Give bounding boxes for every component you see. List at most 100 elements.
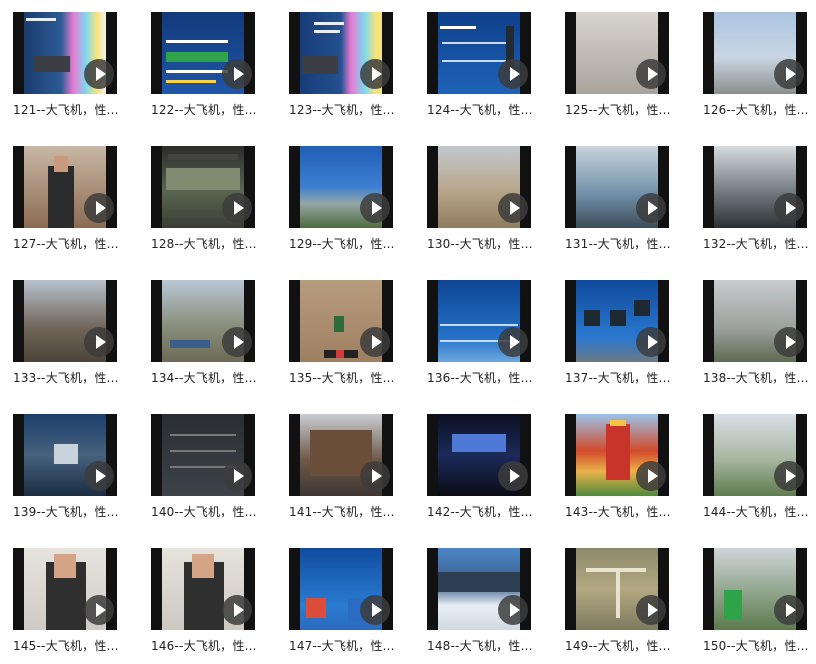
- video-item[interactable]: 136--大飞机，性...: [427, 280, 532, 396]
- video-item[interactable]: 135--大飞机，性...: [289, 280, 394, 396]
- video-caption[interactable]: 145--大飞机，性...: [13, 637, 131, 654]
- play-icon[interactable]: [222, 461, 252, 491]
- video-item[interactable]: 128--大飞机，性...: [151, 146, 256, 262]
- video-item[interactable]: 149--大飞机，性...: [565, 548, 670, 664]
- video-caption[interactable]: 131--大飞机，性...: [565, 235, 683, 252]
- video-caption[interactable]: 130--大飞机，性...: [427, 235, 545, 252]
- video-caption[interactable]: 136--大飞机，性...: [427, 369, 545, 386]
- video-item[interactable]: 127--大飞机，性...: [13, 146, 118, 262]
- play-icon[interactable]: [498, 193, 528, 223]
- video-caption[interactable]: 122--大飞机，性...: [151, 101, 269, 118]
- play-icon[interactable]: [222, 595, 252, 625]
- video-item[interactable]: 139--大飞机，性...: [13, 414, 118, 530]
- play-icon[interactable]: [774, 327, 804, 357]
- video-caption[interactable]: 126--大飞机，性...: [703, 101, 816, 118]
- video-thumbnail[interactable]: [427, 280, 531, 362]
- video-thumbnail[interactable]: [427, 146, 531, 228]
- play-icon[interactable]: [84, 461, 114, 491]
- video-caption[interactable]: 146--大飞机，性...: [151, 637, 269, 654]
- video-item[interactable]: 131--大飞机，性...: [565, 146, 670, 262]
- video-caption[interactable]: 135--大飞机，性...: [289, 369, 407, 386]
- video-caption[interactable]: 129--大飞机，性...: [289, 235, 407, 252]
- video-thumbnail[interactable]: [703, 548, 807, 630]
- video-caption[interactable]: 125--大飞机，性...: [565, 101, 683, 118]
- play-icon[interactable]: [360, 595, 390, 625]
- video-caption[interactable]: 121--大飞机，性...: [13, 101, 131, 118]
- video-caption[interactable]: 132--大飞机，性...: [703, 235, 816, 252]
- video-caption[interactable]: 147--大飞机，性...: [289, 637, 407, 654]
- video-item[interactable]: 129--大飞机，性...: [289, 146, 394, 262]
- video-thumbnail[interactable]: [151, 146, 255, 228]
- video-thumbnail[interactable]: [565, 548, 669, 630]
- video-thumbnail[interactable]: [427, 414, 531, 496]
- video-item[interactable]: 138--大飞机，性...: [703, 280, 808, 396]
- video-caption[interactable]: 142--大飞机，性...: [427, 503, 545, 520]
- video-thumbnail[interactable]: [565, 146, 669, 228]
- play-icon[interactable]: [222, 193, 252, 223]
- video-caption[interactable]: 123--大飞机，性...: [289, 101, 407, 118]
- play-icon[interactable]: [636, 595, 666, 625]
- video-item[interactable]: 146--大飞机，性...: [151, 548, 256, 664]
- play-icon[interactable]: [360, 327, 390, 357]
- play-icon[interactable]: [774, 461, 804, 491]
- video-item[interactable]: 132--大飞机，性...: [703, 146, 808, 262]
- play-icon[interactable]: [498, 595, 528, 625]
- video-item[interactable]: 148--大飞机，性...: [427, 548, 532, 664]
- video-thumbnail[interactable]: [565, 280, 669, 362]
- play-icon[interactable]: [498, 461, 528, 491]
- play-icon[interactable]: [636, 327, 666, 357]
- video-caption[interactable]: 140--大飞机，性...: [151, 503, 269, 520]
- video-thumbnail[interactable]: [289, 280, 393, 362]
- video-caption[interactable]: 124--大飞机，性...: [427, 101, 545, 118]
- video-thumbnail[interactable]: [289, 146, 393, 228]
- video-caption[interactable]: 127--大飞机，性...: [13, 235, 131, 252]
- video-caption[interactable]: 128--大飞机，性...: [151, 235, 269, 252]
- video-thumbnail[interactable]: [565, 414, 669, 496]
- video-thumbnail[interactable]: [565, 12, 669, 94]
- video-item[interactable]: 137--大飞机，性...: [565, 280, 670, 396]
- video-item[interactable]: 147--大飞机，性...: [289, 548, 394, 664]
- video-thumbnail[interactable]: [703, 280, 807, 362]
- play-icon[interactable]: [360, 59, 390, 89]
- video-thumbnail[interactable]: [151, 548, 255, 630]
- play-icon[interactable]: [636, 193, 666, 223]
- video-item[interactable]: 123--大飞机，性...: [289, 12, 394, 128]
- play-icon[interactable]: [636, 461, 666, 491]
- video-caption[interactable]: 139--大飞机，性...: [13, 503, 131, 520]
- video-caption[interactable]: 150--大飞机，性...: [703, 637, 816, 654]
- video-thumbnail[interactable]: [13, 548, 117, 630]
- video-item[interactable]: 130--大飞机，性...: [427, 146, 532, 262]
- video-caption[interactable]: 134--大飞机，性...: [151, 369, 269, 386]
- video-thumbnail[interactable]: [13, 280, 117, 362]
- play-icon[interactable]: [360, 193, 390, 223]
- video-thumbnail[interactable]: [13, 12, 117, 94]
- play-icon[interactable]: [84, 59, 114, 89]
- play-icon[interactable]: [498, 59, 528, 89]
- video-thumbnail[interactable]: [703, 12, 807, 94]
- video-thumbnail[interactable]: [289, 12, 393, 94]
- play-icon[interactable]: [84, 193, 114, 223]
- play-icon[interactable]: [774, 595, 804, 625]
- video-item[interactable]: 142--大飞机，性...: [427, 414, 532, 530]
- video-thumbnail[interactable]: [151, 12, 255, 94]
- video-item[interactable]: 134--大飞机，性...: [151, 280, 256, 396]
- video-caption[interactable]: 141--大飞机，性...: [289, 503, 407, 520]
- video-thumbnail[interactable]: [289, 548, 393, 630]
- video-thumbnail[interactable]: [427, 12, 531, 94]
- video-caption[interactable]: 138--大飞机，性...: [703, 369, 816, 386]
- video-item[interactable]: 133--大飞机，性...: [13, 280, 118, 396]
- play-icon[interactable]: [498, 327, 528, 357]
- video-thumbnail[interactable]: [289, 414, 393, 496]
- video-item[interactable]: 121--大飞机，性...: [13, 12, 118, 128]
- video-caption[interactable]: 137--大飞机，性...: [565, 369, 683, 386]
- video-item[interactable]: 122--大飞机，性...: [151, 12, 256, 128]
- video-thumbnail[interactable]: [427, 548, 531, 630]
- video-thumbnail[interactable]: [703, 146, 807, 228]
- video-thumbnail[interactable]: [151, 280, 255, 362]
- play-icon[interactable]: [222, 59, 252, 89]
- play-icon[interactable]: [636, 59, 666, 89]
- video-thumbnail[interactable]: [13, 146, 117, 228]
- play-icon[interactable]: [360, 461, 390, 491]
- video-caption[interactable]: 133--大飞机，性...: [13, 369, 131, 386]
- video-item[interactable]: 125--大飞机，性...: [565, 12, 670, 128]
